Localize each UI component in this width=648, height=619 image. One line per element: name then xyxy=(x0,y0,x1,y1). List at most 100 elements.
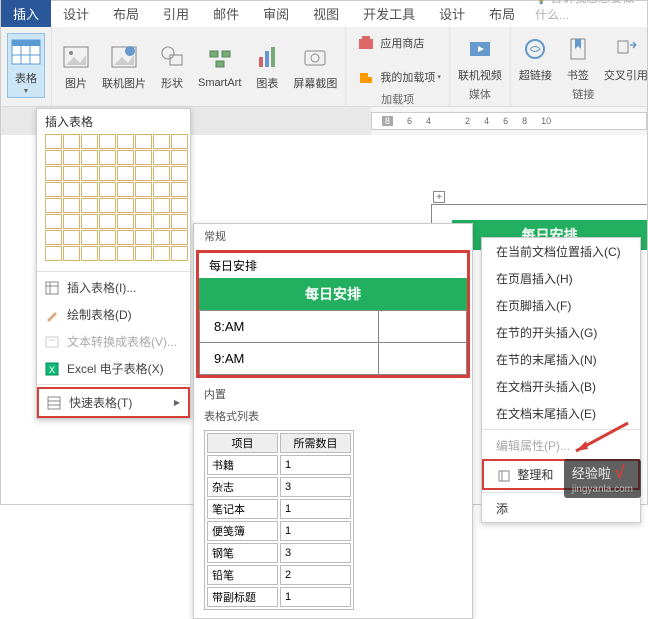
grid-cell[interactable] xyxy=(135,182,152,197)
grid-cell[interactable] xyxy=(81,166,98,181)
grid-cell[interactable] xyxy=(63,230,80,245)
grid-cell[interactable] xyxy=(63,182,80,197)
grid-cell[interactable] xyxy=(63,166,80,181)
insert-doc-end[interactable]: 在文档末尾插入(E) xyxy=(482,400,640,427)
horizontal-ruler[interactable]: 8 6 4 2 4 6 8 10 xyxy=(371,112,647,130)
grid-cell[interactable] xyxy=(99,214,116,229)
add-item[interactable]: 添 xyxy=(482,495,640,522)
table-anchor-icon[interactable]: + xyxy=(433,191,445,203)
tab-insert[interactable]: 插入 xyxy=(1,0,51,27)
grid-cell[interactable] xyxy=(153,198,170,213)
grid-cell[interactable] xyxy=(153,246,170,261)
grid-cell[interactable] xyxy=(117,182,134,197)
insert-table-item[interactable]: 插入表格(I)... xyxy=(37,274,190,301)
grid-cell[interactable] xyxy=(63,134,80,149)
insert-footer[interactable]: 在页脚插入(F) xyxy=(482,292,640,319)
bookmark-button[interactable]: 书签 xyxy=(560,31,596,85)
insert-header[interactable]: 在页眉插入(H) xyxy=(482,265,640,292)
shapes-button[interactable]: 形状 xyxy=(154,39,190,93)
tab-design2[interactable]: 设计 xyxy=(427,0,477,27)
grid-cell[interactable] xyxy=(99,150,116,165)
grid-cell[interactable] xyxy=(45,166,62,181)
grid-cell[interactable] xyxy=(117,134,134,149)
tab-review[interactable]: 审阅 xyxy=(251,0,301,27)
grid-cell[interactable] xyxy=(81,246,98,261)
grid-cell[interactable] xyxy=(99,198,116,213)
grid-cell[interactable] xyxy=(99,166,116,181)
grid-cell[interactable] xyxy=(153,150,170,165)
grid-cell[interactable] xyxy=(135,134,152,149)
grid-cell[interactable] xyxy=(99,134,116,149)
grid-cell[interactable] xyxy=(81,198,98,213)
grid-cell[interactable] xyxy=(135,246,152,261)
grid-cell[interactable] xyxy=(171,246,188,261)
grid-cell[interactable] xyxy=(45,134,62,149)
grid-cell[interactable] xyxy=(135,166,152,181)
insert-section-end[interactable]: 在节的末尾插入(N) xyxy=(482,346,640,373)
grid-cell[interactable] xyxy=(171,214,188,229)
crossref-button[interactable]: 交叉引用 xyxy=(602,31,648,85)
insert-current-pos[interactable]: 在当前文档位置插入(C) xyxy=(482,238,640,265)
grid-cell[interactable] xyxy=(153,230,170,245)
tabular-list-preview[interactable]: 项目所需数目 书籍1 杂志3 笔记本1 便笺簿1 钢笔3 铅笔2 带副标题1 xyxy=(204,430,354,610)
tab-view[interactable]: 视图 xyxy=(301,0,351,27)
image-button[interactable]: 图片 xyxy=(58,39,94,93)
grid-cell[interactable] xyxy=(117,230,134,245)
table-size-grid[interactable] xyxy=(37,134,190,269)
grid-cell[interactable] xyxy=(171,230,188,245)
screenshot-button[interactable]: 屏幕截图 xyxy=(291,39,339,93)
grid-cell[interactable] xyxy=(135,198,152,213)
grid-cell[interactable] xyxy=(171,166,188,181)
smartart-button[interactable]: SmartArt xyxy=(196,41,243,91)
grid-cell[interactable] xyxy=(45,214,62,229)
grid-cell[interactable] xyxy=(81,150,98,165)
grid-cell[interactable] xyxy=(117,150,134,165)
grid-cell[interactable] xyxy=(45,150,62,165)
grid-cell[interactable] xyxy=(81,134,98,149)
appstore-button[interactable]: 应用商店 xyxy=(352,29,426,57)
grid-cell[interactable] xyxy=(117,214,134,229)
daily-schedule-preview[interactable]: 每日安排 每日安排 8:AM 9:AM xyxy=(196,250,470,378)
tab-layout[interactable]: 布局 xyxy=(101,0,151,27)
grid-cell[interactable] xyxy=(171,150,188,165)
grid-cell[interactable] xyxy=(135,230,152,245)
grid-cell[interactable] xyxy=(153,214,170,229)
grid-cell[interactable] xyxy=(45,198,62,213)
myaddins-button[interactable]: 我的加载项 ▾ xyxy=(352,63,443,91)
grid-cell[interactable] xyxy=(117,198,134,213)
insert-doc-start[interactable]: 在文档开头插入(B) xyxy=(482,373,640,400)
grid-cell[interactable] xyxy=(45,230,62,245)
table-button[interactable]: 表格 ▼ xyxy=(7,33,45,98)
grid-cell[interactable] xyxy=(81,182,98,197)
tab-devtools[interactable]: 开发工具 xyxy=(351,0,427,27)
grid-cell[interactable] xyxy=(171,182,188,197)
grid-cell[interactable] xyxy=(63,150,80,165)
online-video-button[interactable]: 联机视频 xyxy=(456,31,504,85)
tab-reference[interactable]: 引用 xyxy=(151,0,201,27)
tab-layout2[interactable]: 布局 xyxy=(477,0,527,27)
grid-cell[interactable] xyxy=(99,230,116,245)
excel-table-item[interactable]: X Excel 电子表格(X) xyxy=(37,355,190,382)
grid-cell[interactable] xyxy=(45,246,62,261)
grid-cell[interactable] xyxy=(63,246,80,261)
grid-cell[interactable] xyxy=(135,150,152,165)
hyperlink-button[interactable]: 超链接 xyxy=(517,31,554,85)
insert-section-start[interactable]: 在节的开头插入(G) xyxy=(482,319,640,346)
grid-cell[interactable] xyxy=(153,166,170,181)
draw-table-item[interactable]: 绘制表格(D) xyxy=(37,301,190,328)
grid-cell[interactable] xyxy=(45,182,62,197)
chart-button[interactable]: 图表 xyxy=(249,39,285,93)
grid-cell[interactable] xyxy=(135,214,152,229)
tab-mail[interactable]: 邮件 xyxy=(201,0,251,27)
tell-me-input[interactable]: 告诉我您想要做什么... xyxy=(527,0,647,27)
grid-cell[interactable] xyxy=(63,214,80,229)
grid-cell[interactable] xyxy=(117,166,134,181)
grid-cell[interactable] xyxy=(117,246,134,261)
grid-cell[interactable] xyxy=(99,182,116,197)
grid-cell[interactable] xyxy=(153,134,170,149)
grid-cell[interactable] xyxy=(99,246,116,261)
quick-table-item[interactable]: 快速表格(T) ▶ xyxy=(37,387,190,418)
tab-design[interactable]: 设计 xyxy=(51,0,101,27)
grid-cell[interactable] xyxy=(81,230,98,245)
grid-cell[interactable] xyxy=(153,182,170,197)
